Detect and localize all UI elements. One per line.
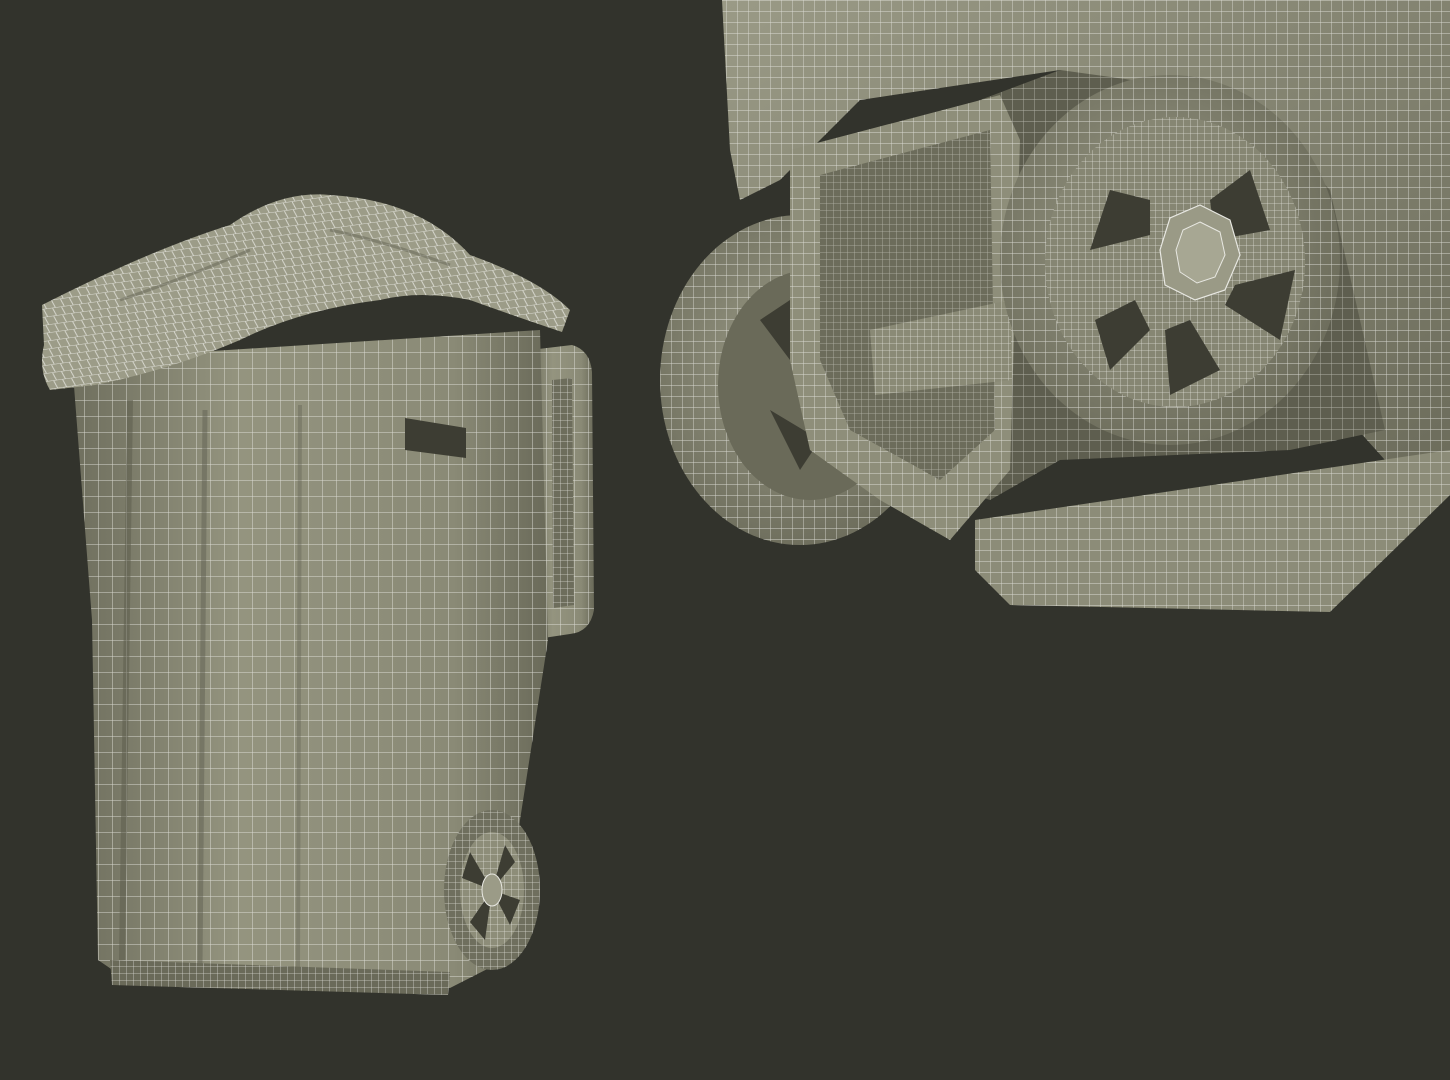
- render-stage: [0, 0, 1450, 1080]
- wireframe-render: [42, 0, 1450, 995]
- bin-wheel: [444, 810, 540, 970]
- wheel-closeup-view: [660, 0, 1450, 612]
- full-bin-view: [42, 194, 594, 995]
- closeup-foot-plate: [975, 450, 1450, 612]
- closeup-front-wheel: [1000, 75, 1340, 445]
